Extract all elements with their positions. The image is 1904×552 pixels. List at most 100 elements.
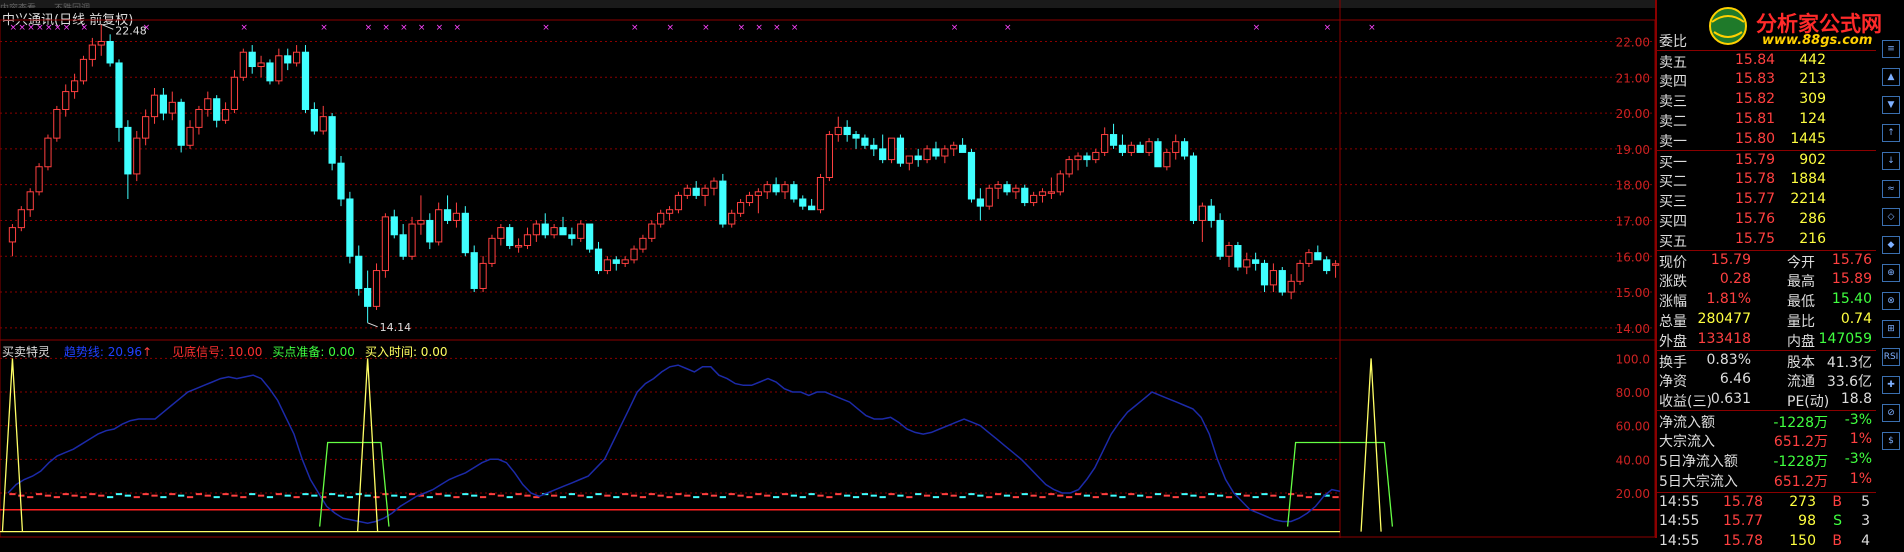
band-mark (169, 493, 176, 496)
band-mark (178, 494, 185, 497)
band-mark (355, 493, 362, 496)
flow-row: 大宗流入 651.2万 1% (1657, 430, 1876, 450)
tool-button[interactable]: ▼ (1882, 96, 1900, 114)
quote-value: 280477 (1697, 311, 1751, 327)
tool-button[interactable]: ◆ (1882, 236, 1900, 254)
stat-row: 净资 6.46 流通 33.6亿 (1657, 370, 1876, 390)
band-mark (888, 493, 895, 496)
tool-button[interactable]: ⊕ (1882, 264, 1900, 282)
band-mark (923, 494, 931, 497)
band-mark (879, 496, 886, 499)
band-mark (755, 493, 762, 496)
indicator-axis-label: 100.0 (1616, 352, 1650, 366)
band-mark (240, 496, 247, 499)
quote-row: 涨跌 0.28 最高 15.89 (1657, 270, 1876, 290)
bid-label: 买四 (1659, 214, 1687, 230)
band-mark (1208, 493, 1215, 496)
quote-value: 133418 (1697, 331, 1751, 347)
band-mark (737, 494, 744, 497)
bid-row: 买一 15.79 902 (1657, 150, 1876, 171)
band-mark (781, 493, 789, 496)
tool-column[interactable]: ≡ ▲ ▼ ↑ ↓ ≈ ◇ ◆ ⊕ ⊗ ⊞ RSI ✚ ⊘ $ (1880, 40, 1902, 460)
band-mark (275, 493, 282, 496)
tool-button[interactable]: ≈ (1882, 180, 1900, 198)
bid-vol: 1884 (1790, 171, 1826, 187)
flow-pct: -3% (1844, 451, 1872, 467)
quote-label: 涨幅 (1659, 294, 1687, 310)
tool-button[interactable]: ⊗ (1882, 292, 1900, 310)
quote-label: 外盘 (1659, 334, 1687, 350)
quote-label: 现价 (1659, 255, 1687, 271)
band-mark (204, 494, 211, 497)
ask-label: 卖一 (1659, 134, 1687, 150)
band-mark (1057, 494, 1064, 497)
band-mark (18, 494, 25, 497)
tool-button[interactable]: ↑ (1882, 124, 1900, 142)
tool-button[interactable]: ✚ (1882, 376, 1900, 394)
bid-price: 15.76 (1735, 211, 1776, 227)
indicator-chart: 100.0 80.00 60.00 40.00 20.00 (0, 339, 1655, 538)
tick-time: 14:55 (1659, 513, 1700, 529)
tool-button[interactable]: ⊘ (1882, 404, 1900, 422)
band-mark (1074, 493, 1082, 496)
band-mark (817, 494, 824, 497)
band-mark (1145, 496, 1153, 499)
band-mark (693, 496, 700, 499)
band-mark (941, 493, 948, 496)
tool-button[interactable]: ≡ (1882, 40, 1900, 58)
flow-label: 净流入额 (1659, 415, 1715, 431)
flow-row: 5日大宗流入 651.2万 1% (1657, 470, 1876, 490)
quote-label: 总量 (1659, 314, 1687, 330)
chart-area[interactable]: 内容查看不跌回调 中兴通讯(日线 前复权) 22.0021.0020.0019.… (0, 0, 1655, 538)
band-mark (790, 494, 797, 497)
buy-time-spike (1, 358, 24, 532)
quote-value: 147059 (1818, 331, 1872, 347)
tool-button[interactable]: ◇ (1882, 208, 1900, 226)
band-mark (257, 494, 265, 497)
tool-button[interactable]: $ (1882, 432, 1900, 450)
tool-button[interactable]: RSI (1882, 348, 1900, 366)
stat-label: 净资 (1659, 374, 1687, 390)
band-mark (1243, 494, 1250, 497)
flow-value: 651.2万 (1773, 474, 1828, 490)
quote-row: 现价 15.79 今开 15.76 (1657, 250, 1876, 271)
band-mark (773, 496, 780, 499)
band-mark (231, 494, 238, 497)
ask-label: 卖三 (1659, 94, 1687, 110)
tick-time: 14:55 (1659, 494, 1700, 510)
band-mark (1163, 494, 1170, 497)
band-mark (835, 493, 842, 496)
band-mark (444, 494, 451, 497)
band-mark (977, 494, 984, 497)
band-mark (1217, 494, 1224, 497)
tick-count: 4 (1861, 533, 1870, 549)
flow-label: 5日大宗流入 (1659, 474, 1738, 490)
ask-vol: 1445 (1790, 131, 1826, 147)
band-mark (613, 496, 620, 499)
quote-row: 涨幅 1.81% 最低 15.40 (1657, 290, 1876, 310)
band-mark (107, 496, 114, 499)
tool-button[interactable]: ↓ (1882, 152, 1900, 170)
bid-vol: 2214 (1790, 191, 1826, 207)
band-mark (915, 493, 922, 496)
band-mark (284, 494, 291, 497)
stat-row: 换手 0.83% 股本 41.3亿 (1657, 350, 1876, 371)
band-mark (1110, 494, 1117, 497)
band-mark (391, 494, 398, 497)
quote-value: 0.74 (1840, 311, 1872, 327)
band-mark (701, 493, 709, 496)
band-mark (710, 494, 718, 497)
band-mark (506, 496, 513, 499)
band-mark (426, 496, 433, 499)
tick-vol: 150 (1789, 533, 1816, 549)
band-mark (577, 494, 584, 497)
band-mark (852, 496, 860, 499)
band-mark (1314, 493, 1321, 496)
bid-row: 买四 15.76 286 (1657, 210, 1876, 230)
band-mark (728, 493, 735, 496)
quote-label: 量比 (1787, 314, 1815, 330)
tool-button[interactable]: ▲ (1882, 68, 1900, 86)
flow-value: 651.2万 (1773, 434, 1828, 450)
band-mark (471, 494, 478, 497)
tool-button[interactable]: ⊞ (1882, 320, 1900, 338)
